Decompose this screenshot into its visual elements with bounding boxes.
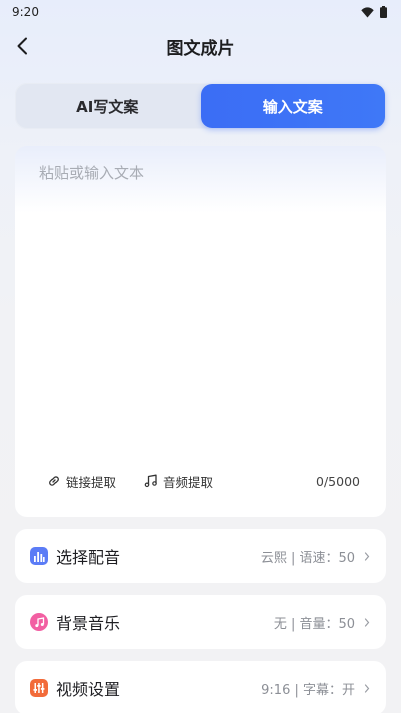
- link-extract-label: 链接提取: [66, 474, 117, 490]
- music-setting-row[interactable]: 背景音乐 无 | 音量：50: [15, 595, 386, 649]
- video-setting-value: 9:16 | 字幕：开: [261, 682, 355, 698]
- nav-bar: 图文成片: [0, 26, 401, 66]
- link-extract-button[interactable]: 链接提取: [47, 472, 116, 491]
- video-setting-label: 视频设置: [56, 680, 121, 699]
- voice-setting-row[interactable]: 选择配音 云熙 | 语速：50: [15, 529, 386, 583]
- voice-setting-value: 云熙 | 语速：50: [260, 550, 355, 566]
- mode-tabs: AI写文案 输入文案: [15, 83, 386, 129]
- chevron-right-icon: [364, 551, 372, 561]
- text-editor-card[interactable]: 粘贴或输入文本 链接提取 音频提取 0/5000: [15, 146, 386, 517]
- music-icon: [30, 613, 48, 631]
- char-counter: 0/5000: [316, 473, 360, 489]
- status-bar: 9:20: [0, 0, 401, 24]
- tab-ai-write[interactable]: AI写文案: [15, 83, 200, 129]
- editor-toolbar: 链接提取 音频提取 0/5000: [15, 469, 386, 493]
- video-setting-row[interactable]: 视频设置 9:16 | 字幕：开: [15, 661, 386, 713]
- music-setting-value: 无 | 音量：50: [273, 616, 355, 632]
- sliders-icon: [30, 679, 48, 697]
- chevron-right-icon: [364, 617, 372, 627]
- page-title: 图文成片: [166, 38, 235, 59]
- audio-extract-label: 音频提取: [163, 474, 214, 490]
- voice-bars-icon: [30, 547, 48, 565]
- audio-extract-button[interactable]: 音频提取: [144, 472, 213, 491]
- status-icons: [361, 6, 387, 18]
- tab-input-text[interactable]: 输入文案: [200, 84, 385, 128]
- wifi-icon: [361, 6, 374, 17]
- battery-icon: [380, 6, 387, 18]
- text-input-placeholder[interactable]: 粘贴或输入文本: [39, 162, 144, 183]
- music-note-icon: [144, 474, 157, 488]
- chevron-left-icon: [17, 37, 27, 55]
- music-setting-label: 背景音乐: [56, 614, 121, 633]
- voice-setting-label: 选择配音: [56, 548, 121, 567]
- status-time: 9:20: [12, 5, 39, 19]
- link-icon: [49, 476, 59, 486]
- chevron-right-icon: [364, 683, 372, 693]
- back-button[interactable]: [8, 32, 36, 60]
